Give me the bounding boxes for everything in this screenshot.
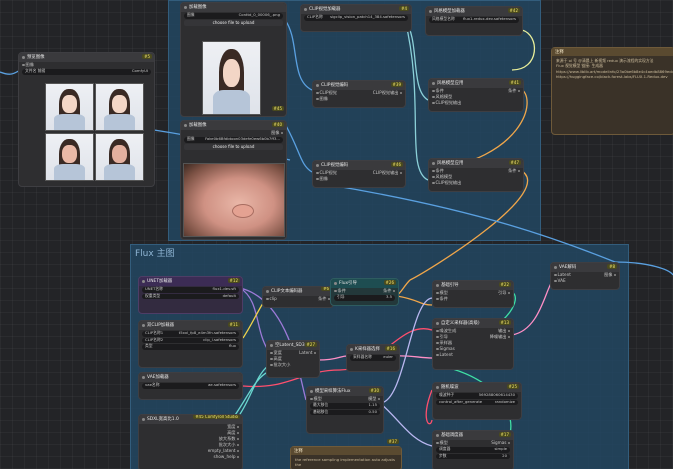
scheduler-select[interactable]: 调度器 simple: [436, 447, 510, 453]
loaded-image-girl: [202, 41, 261, 115]
vae-loader-node[interactable]: VAE加载器 vae名称 ae.safetensors: [138, 372, 243, 400]
note-text[interactable]: the reference sampling implementation au…: [291, 455, 401, 469]
guidance-slider[interactable]: 引导 3.5: [334, 295, 395, 301]
upload-button[interactable]: choose file to upload: [184, 19, 283, 26]
preview-image-1: [45, 83, 94, 131]
unet-loader-node[interactable]: UNET加载器 #12 UNET名称 flux1-dev.sft 权重类型 defa…: [138, 276, 243, 314]
control-after-generate-select[interactable]: control_after_generate randomize: [436, 399, 518, 405]
clip-name-select[interactable]: CLIP名称 sigclip_vision_patch14_384.safeten…: [304, 15, 408, 21]
preview-image-2: [95, 83, 144, 131]
custom-sampler-advanced-node[interactable]: 自定义采样器(高级) #13 噪波生成 输出 引导 降噪输出 采样器 Sigmas …: [432, 318, 514, 370]
node-header[interactable]: 预览图像: [19, 53, 154, 62]
upload-button[interactable]: choose file to upload: [184, 143, 283, 150]
clip-text-encode-node[interactable]: CLIP文本编码器 #6 clip 条件: [262, 286, 334, 308]
weight-dtype-select[interactable]: 权重类型 default: [142, 293, 239, 299]
clip-vision-encode-node-1[interactable]: CLIP视觉编码 #39 CLIP视觉 CLIP视觉输出 图像: [312, 80, 406, 108]
load-image-node-1[interactable]: 加载图像 图像 Conttd_0_00006_.png choose file t…: [180, 2, 287, 117]
model-sampling-flux-node[interactable]: 模型采样算法Flux #30 模型 模型 最大移位 1.15 基础移位 0.50: [306, 386, 384, 434]
load-image-node-2[interactable]: 加载图像 图像 图像 Fake0b6Bfdbtoon03defe0ew6b0b7f…: [180, 120, 287, 240]
basic-guider-node[interactable]: 基础引导 #22 模型 引导 条件: [432, 280, 514, 308]
random-noise-node[interactable]: 随机噪波 #25 噪波种子 569288060614430 control_aft…: [432, 382, 522, 420]
apply-style-model-node-2[interactable]: 风格模型应用 #47 条件 条件 风格模型 CLIP视觉输出: [428, 158, 524, 192]
empty-latent-node[interactable]: 空Latent_SD3 #27 宽度 Latent 高度 批次大小: [266, 340, 320, 378]
vae-name-select[interactable]: vae名称 ae.safetensors: [142, 383, 239, 389]
basic-scheduler-node[interactable]: 基础调度器 #17 模型 Sigmas 调度器 simple 步数 20: [432, 430, 514, 469]
preview-image-4: [95, 133, 144, 181]
preview-image-node[interactable]: 预览图像 #5 图像 文件名 前缀 ComfyUI: [18, 52, 155, 187]
style-model-loader-node[interactable]: 风格模型加载器 #42 风格模型名称 flux1-redux-dev.safete…: [425, 6, 523, 36]
max-shift-slider[interactable]: 最大移位 1.15: [310, 403, 380, 409]
noise-seed-input[interactable]: 噪波种子 569288060614430: [436, 393, 518, 399]
preview-grid: [45, 83, 144, 181]
clip-vision-loader-node[interactable]: CLIP视觉加载器 #4 CLIP名称 sigclip_vision_patch1…: [300, 4, 412, 32]
unet-name-select[interactable]: UNET名称 flux1-dev.sft: [142, 287, 239, 293]
flux-main-group-title: Flux 主图: [135, 249, 175, 259]
note-text[interactable]: 来源于 ol 号 @清晨上 新视频 redux 演示流程的实现方法 Flux 视…: [552, 56, 673, 81]
preview-image-3: [45, 133, 94, 181]
filename-prefix-widget[interactable]: 文件名 前缀 ComfyUI: [22, 69, 151, 75]
apply-style-model-node-1[interactable]: 风格模型应用 #41 条件 条件 风格模型 CLIP视觉输出: [428, 78, 524, 112]
clip-vision-encode-node-2[interactable]: CLIP视觉编码 #46 CLIP视觉 CLIP视觉输出 图像: [312, 160, 406, 188]
clip-name-2-select[interactable]: CLIP名称2 clip_l.safetensors: [142, 337, 239, 343]
note-node-bottom[interactable]: 注释 #37 the reference sampling implementa…: [290, 439, 402, 469]
clip-name-1-select[interactable]: CLIP名称1 t5xxl_fp8_e4m3fn.safetensors: [142, 331, 239, 337]
loaded-image-pig: [183, 163, 285, 237]
image-select[interactable]: 图像 Conttd_0_00006_.png: [184, 13, 283, 19]
dual-clip-loader-node[interactable]: 双CLIP加载器 #11 CLIP名称1 t5xxl_fp8_e4m3fn.saf…: [138, 320, 243, 368]
image-select[interactable]: 图像 Fake0b6Bfdbtoon03defe0ew6b0b7ff3...: [184, 137, 283, 143]
node-graph-canvas[interactable]: Flux 主图 预览图像 #5 图像 文件名 前缀 ComfyUI 加载图像 图…: [0, 0, 673, 469]
resolution-node[interactable]: SDXL宽高比1.0 #45 Comfyroll Studio 宽度 高度 放大…: [138, 414, 243, 469]
base-shift-slider[interactable]: 基础移位 0.50: [310, 409, 380, 415]
note-node-top[interactable]: 注释 来源于 ol 号 @清晨上 新视频 redux 演示流程的实现方法 Flu…: [551, 47, 673, 135]
sampler-name-select[interactable]: 采样器名称 euler: [350, 355, 396, 361]
style-model-select[interactable]: 风格模型名称 flux1-redux-dev.safetensors: [429, 17, 519, 23]
vae-decode-node[interactable]: VAE解码 #8 Latent 图像 VAE: [550, 262, 620, 290]
ksampler-select-node[interactable]: K采样器选择 #16 采样器名称 euler: [346, 344, 400, 372]
clip-type-select[interactable]: 类型 flux: [142, 344, 239, 350]
steps-input[interactable]: 步数 20: [436, 453, 510, 459]
flux-guidance-node[interactable]: Flux引导 #26 条件 条件 引导 3.5: [330, 278, 399, 306]
